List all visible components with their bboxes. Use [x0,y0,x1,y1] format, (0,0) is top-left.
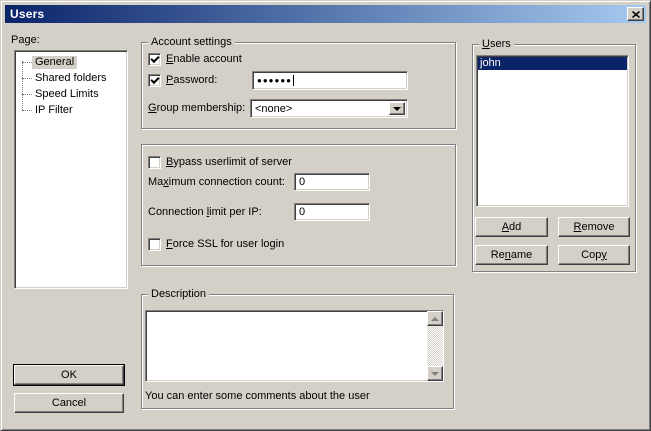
enable-account-checkbox[interactable] [148,53,161,66]
max-connection-count-value: 0 [299,176,305,188]
users-listbox[interactable]: john [476,55,629,207]
enable-account-label: Enable account [166,53,242,66]
page-label: Page: [11,34,40,47]
tree-branch-icon [22,94,32,95]
connection-limit-per-ip-value: 0 [299,206,305,218]
titlebar[interactable]: Users [5,5,646,23]
add-button[interactable]: Add [475,217,548,237]
tree-item-label: General [32,56,77,69]
close-icon [632,11,640,18]
text-caret [293,75,294,86]
password-checkbox[interactable] [148,74,161,87]
tree-item-label: Speed Limits [32,88,102,101]
tree-item-label: Shared folders [32,72,110,85]
max-connection-count-label: Maximum connection count: [148,176,285,189]
password-input[interactable]: ●●●●●● [252,71,408,90]
cancel-button[interactable]: Cancel [14,393,124,413]
max-connection-count-input[interactable]: 0 [294,173,370,191]
tree-branch-icon [22,110,32,111]
force-ssl-label: Force SSL for user login [166,238,284,251]
tree-item-general[interactable]: General [15,54,127,70]
group-membership-value: <none> [255,103,292,116]
remove-button[interactable]: Remove [558,217,630,237]
window-title: Users [10,7,44,21]
arrow-up-icon [431,317,439,321]
account-settings-title: Account settings [148,36,235,49]
bypass-userlimit-label: Bypass userlimit of server [166,156,292,169]
account-settings-group: Account settings Enable account Password… [141,42,456,129]
tree-branch-icon [22,78,32,79]
tree-item-ip-filter[interactable]: IP Filter [15,102,127,118]
rename-button[interactable]: Rename [475,245,548,265]
users-group: Users john Add Remove Rename Copy [472,44,636,272]
tree-item-speed-limits[interactable]: Speed Limits [15,86,127,102]
description-textarea[interactable] [145,310,444,382]
password-label: Password: [166,74,217,87]
force-ssl-checkbox[interactable] [148,238,161,251]
copy-button[interactable]: Copy [558,245,630,265]
group-membership-label: Group membership: [148,102,245,115]
connection-limit-per-ip-input[interactable]: 0 [294,203,370,221]
description-note: You can enter some comments about the us… [145,390,370,403]
tree-item-shared-folders[interactable]: Shared folders [15,70,127,86]
dropdown-button[interactable] [389,102,405,115]
description-group: Description You can enter some comments … [141,294,454,409]
connection-limit-per-ip-label: Connection limit per IP: [148,206,262,219]
users-group-title: Users [479,38,514,51]
vertical-scrollbar[interactable] [427,311,443,381]
connection-settings-group: Bypass userlimit of server Maximum conne… [141,144,456,266]
bypass-userlimit-checkbox[interactable] [148,156,161,169]
users-dialog: Users Page: General Shared folders Speed… [0,0,651,431]
arrow-down-icon [431,372,439,376]
tree-item-label: IP Filter [32,104,76,117]
list-item[interactable]: john [478,57,627,70]
group-membership-select[interactable]: <none> [250,99,408,118]
close-button[interactable] [627,7,644,21]
scroll-up-button[interactable] [427,311,443,326]
scroll-down-button[interactable] [427,366,443,381]
tree-branch-icon [22,62,32,63]
chevron-down-icon [393,107,401,111]
description-title: Description [148,288,209,301]
password-value: ●●●●●● [257,76,292,85]
scrollbar-track [427,326,443,366]
page-tree[interactable]: General Shared folders Speed Limits IP F… [14,50,128,289]
ok-button[interactable]: OK [14,365,124,385]
